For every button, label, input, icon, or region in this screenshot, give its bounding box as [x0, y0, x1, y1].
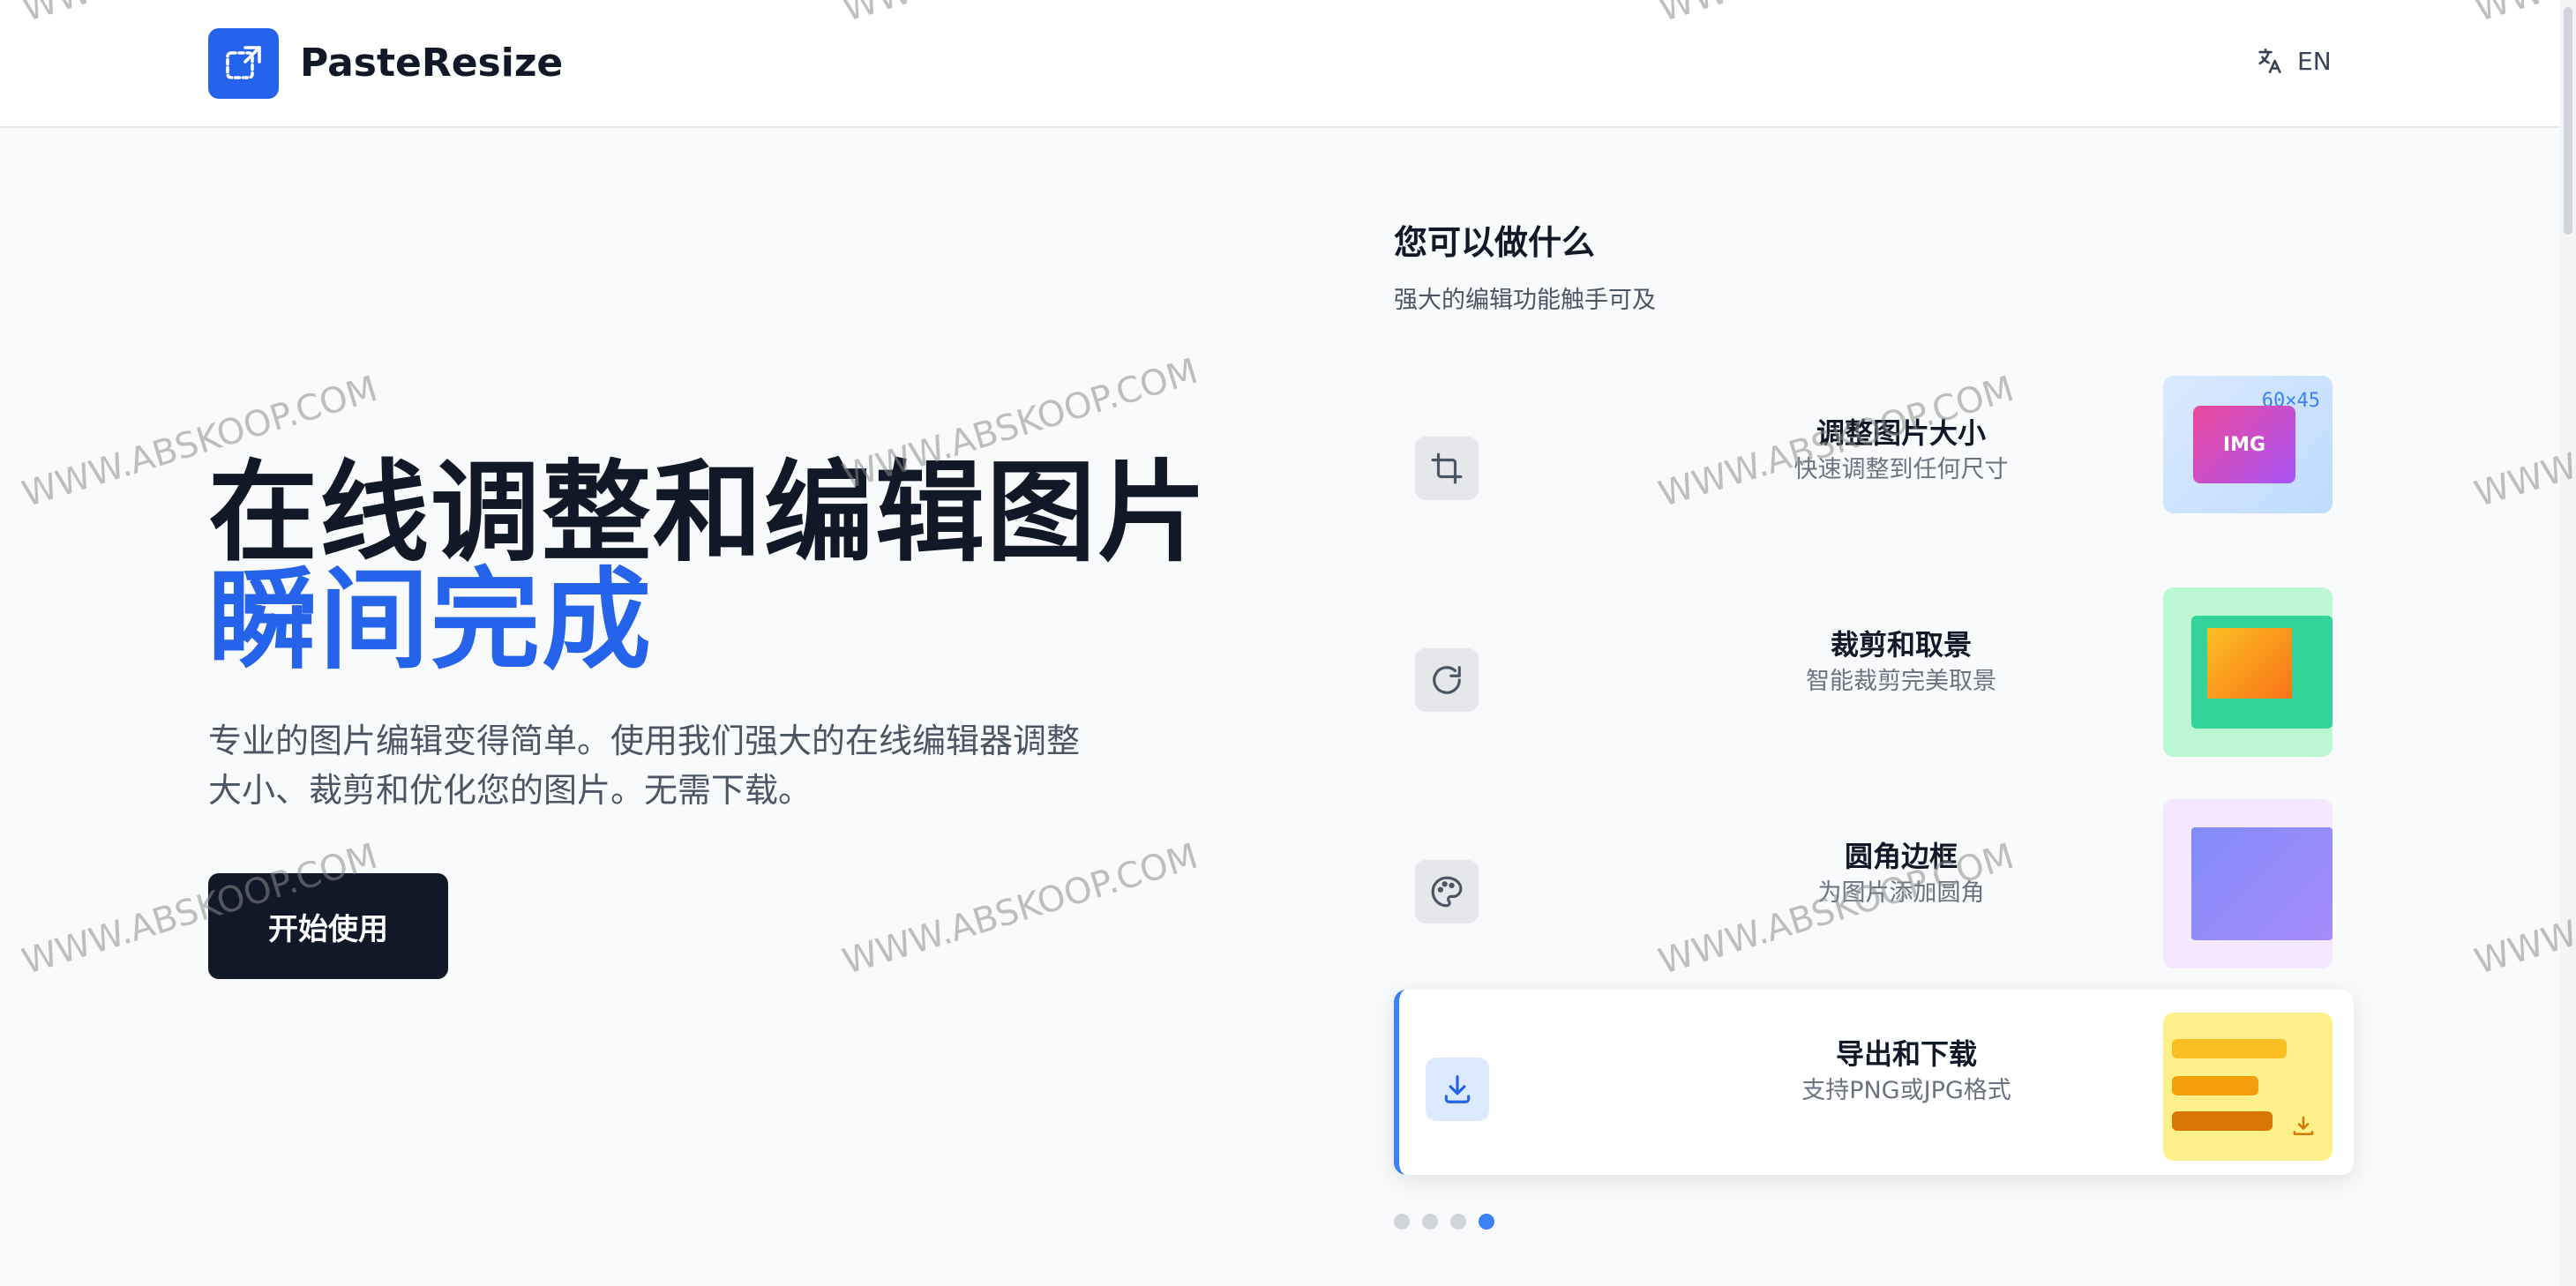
- carousel-dot[interactable]: [1450, 1214, 1466, 1230]
- rotate-icon: [1415, 648, 1479, 712]
- carousel-dot-active[interactable]: [1479, 1214, 1494, 1230]
- watermark: WWW.ABSKOOP.COM: [838, 835, 1203, 983]
- scrollbar-thumb[interactable]: [2564, 7, 2572, 235]
- hero-description: 专业的图片编辑变得简单。使用我们强大的在线编辑器调整大小、裁剪和优化您的图片。无…: [208, 722, 1081, 810]
- carousel-dots: [1394, 1214, 1494, 1230]
- hero-title: 在线调整和编辑图片: [208, 450, 1209, 577]
- features-subtitle: 强大的编辑功能触手可及: [1394, 287, 1656, 314]
- preview-image-block: IMG: [2193, 406, 2295, 483]
- scrollbar[interactable]: [2560, 0, 2576, 1286]
- preview-crop-area: [2207, 628, 2292, 699]
- export-preview: [2163, 1013, 2333, 1161]
- top-nav: PasteResize EN: [0, 0, 2576, 128]
- preview-bar: [2172, 1039, 2287, 1058]
- translate-icon: [2258, 48, 2281, 74]
- preview-tag: IMG: [2222, 433, 2266, 456]
- feature-title: 裁剪和取景: [1830, 628, 1972, 662]
- carousel-dot[interactable]: [1394, 1214, 1410, 1230]
- preview-bar: [2172, 1111, 2273, 1131]
- hero-accent-title: 瞬间完成: [208, 557, 654, 684]
- language-switcher[interactable]: EN: [2255, 46, 2332, 76]
- feature-card-export[interactable]: 导出和下载 支持PNG或JPG格式: [1394, 990, 2354, 1175]
- features-title: 您可以做什么: [1394, 223, 1596, 262]
- crop-preview: [2163, 587, 2333, 757]
- rounded-preview: [2163, 799, 2333, 968]
- feature-title: 导出和下载: [1835, 1037, 1977, 1071]
- feature-card-crop[interactable]: 裁剪和取景 智能裁剪完美取景: [1394, 580, 2354, 766]
- preview-bar: [2172, 1076, 2258, 1095]
- carousel-dot[interactable]: [1422, 1214, 1438, 1230]
- resize-preview: 60×45 IMG: [2163, 376, 2333, 513]
- download-icon: [2293, 1116, 2314, 1135]
- feature-card-resize[interactable]: 调整图片大小 快速调整到任何尺寸 60×45 IMG: [1394, 369, 2354, 554]
- logo-icon[interactable]: [208, 28, 279, 99]
- palette-icon: [1415, 860, 1479, 923]
- preview-rounded-box: [2191, 827, 2333, 940]
- brand-name[interactable]: PasteResize: [300, 41, 563, 86]
- language-label: EN: [2297, 46, 2332, 76]
- crop-icon: [1415, 437, 1479, 500]
- download-icon: [1426, 1058, 1489, 1121]
- feature-subtitle: 支持PNG或JPG格式: [1801, 1077, 2011, 1104]
- feature-subtitle: 智能裁剪完美取景: [1806, 668, 1996, 695]
